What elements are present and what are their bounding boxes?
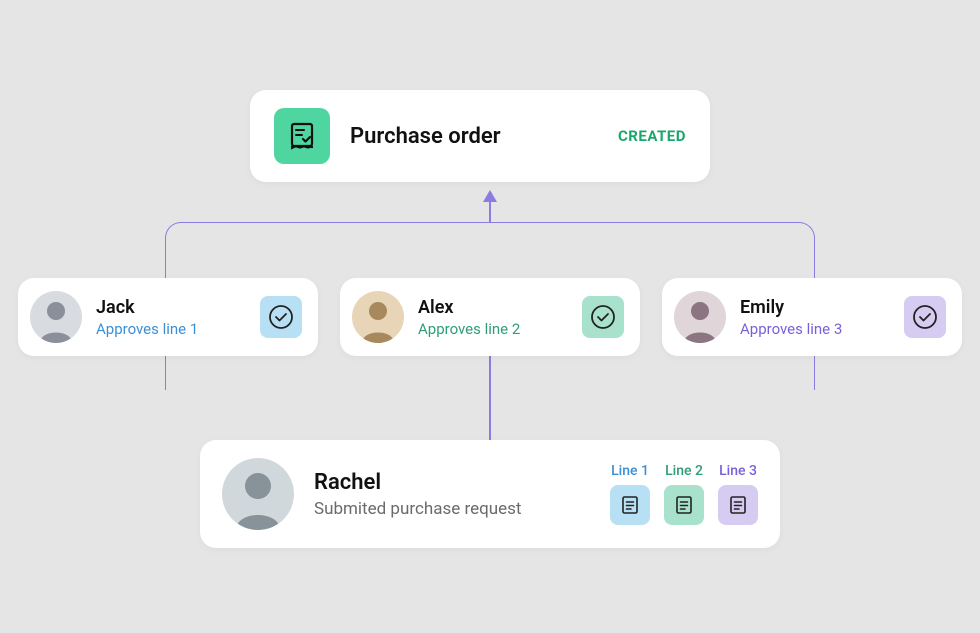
approver-name: Jack bbox=[96, 297, 246, 318]
avatar bbox=[222, 458, 294, 530]
approver-card-alex: Alex Approves line 2 bbox=[340, 278, 640, 356]
lines-group: Line 1 Line 2 Line 3 bbox=[610, 463, 758, 525]
document-check-icon bbox=[274, 108, 330, 164]
check-icon bbox=[904, 296, 946, 338]
purchase-order-title: Purchase order bbox=[350, 124, 598, 149]
line-label: Line 2 bbox=[665, 463, 703, 479]
submitter-card: Rachel Submited purchase request Line 1 … bbox=[200, 440, 780, 548]
document-icon bbox=[664, 485, 704, 525]
approver-action: Approves line 2 bbox=[418, 320, 568, 338]
line-label: Line 3 bbox=[719, 463, 757, 479]
document-icon bbox=[718, 485, 758, 525]
avatar bbox=[352, 291, 404, 343]
line-label: Line 1 bbox=[611, 463, 649, 479]
approver-name: Emily bbox=[740, 297, 890, 318]
avatar bbox=[30, 291, 82, 343]
check-icon bbox=[582, 296, 624, 338]
status-badge: CREATED bbox=[618, 127, 686, 145]
approver-action: Approves line 1 bbox=[96, 320, 246, 338]
check-icon bbox=[260, 296, 302, 338]
approver-name: Alex bbox=[418, 297, 568, 318]
approver-card-emily: Emily Approves line 3 bbox=[662, 278, 962, 356]
document-icon bbox=[610, 485, 650, 525]
avatar bbox=[674, 291, 726, 343]
purchase-order-card: Purchase order CREATED bbox=[250, 90, 710, 182]
approver-text: Alex Approves line 2 bbox=[418, 297, 568, 338]
approver-text: Emily Approves line 3 bbox=[740, 297, 890, 338]
approver-text: Jack Approves line 1 bbox=[96, 297, 246, 338]
connector-line bbox=[489, 194, 491, 223]
line-item-2: Line 2 bbox=[664, 463, 704, 525]
submitter-text: Rachel Submited purchase request bbox=[314, 470, 590, 519]
submitter-action: Submited purchase request bbox=[314, 499, 590, 519]
approver-card-jack: Jack Approves line 1 bbox=[18, 278, 318, 356]
submitter-name: Rachel bbox=[314, 470, 590, 495]
line-item-1: Line 1 bbox=[610, 463, 650, 525]
line-item-3: Line 3 bbox=[718, 463, 758, 525]
approver-action: Approves line 3 bbox=[740, 320, 890, 338]
